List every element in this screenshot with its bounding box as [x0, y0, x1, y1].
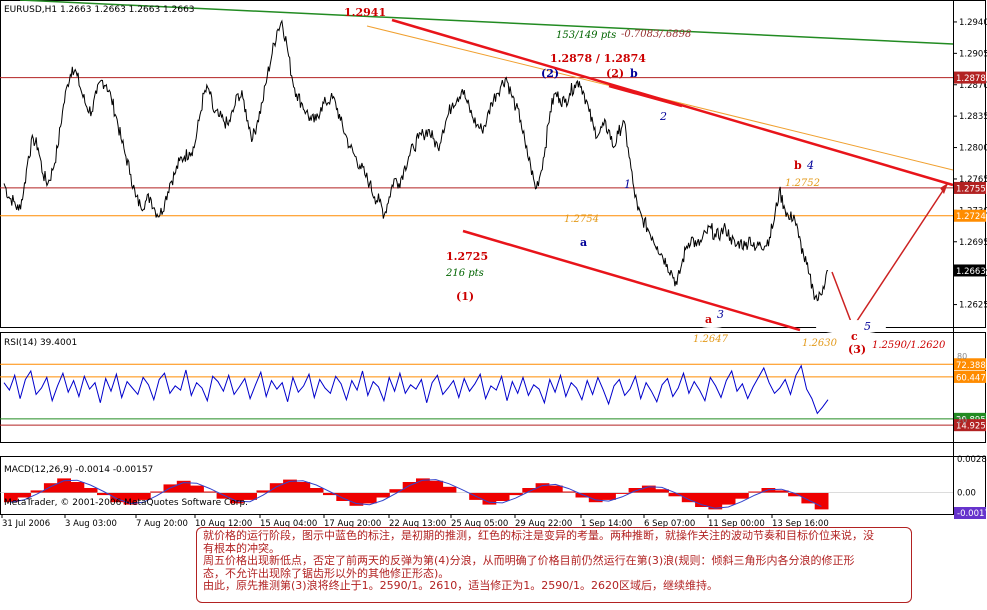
macd-tick-label: -0.0017 — [957, 509, 987, 519]
macd-header: MACD(12,26,9) -0.0014 -0.00157 — [4, 465, 153, 475]
wave-2-red-label: (2) — [606, 67, 624, 80]
macd-bar — [83, 488, 98, 493]
wave-a-red-label: a — [705, 313, 712, 326]
note-line: 由此，原先推测第(3)浪将终止于1。2590/1。2610，适当修正为1。259… — [203, 579, 718, 592]
macd-bar — [389, 489, 404, 493]
macd-bar — [362, 492, 377, 504]
macd-tick-label: 0.00 — [957, 489, 976, 499]
price-tick-label: 1.2695 — [959, 238, 987, 248]
ratio-label: -0.7083/.6898 — [621, 29, 691, 40]
macd-bar — [309, 488, 324, 493]
macd-bar — [70, 482, 85, 493]
analysis-note-box: 就价格的运行阶段，图示中蓝色的标注，是初期的推测，红色的标注是变异的考量。两种推… — [196, 527, 912, 603]
low-1-2630-label: 1.2630 — [802, 338, 838, 349]
macd-tick-label: 0.00283 — [957, 455, 987, 465]
pts-153-149-label: 153/149 pts — [556, 30, 616, 41]
price-tick-label: 1.2625 — [959, 301, 987, 311]
rsi-header: RSI(14) 39.4001 — [4, 338, 77, 348]
low-1-2647-label: 1.2647 — [693, 334, 729, 345]
macd-bar — [376, 492, 390, 498]
wave-5-minor-label: 5 — [864, 320, 871, 333]
note-line: 就价格的运行阶段，图示中蓝色的标注，是初期的推测，红色的标注是变异的考量。两种推… — [203, 529, 874, 542]
rsi-level-tag-text: 72.388 — [956, 361, 986, 371]
macd-bar — [429, 480, 444, 493]
high-1-2941-label: 1.2941 — [344, 6, 386, 19]
pts-216-label: 216 pts — [445, 268, 484, 279]
rsi-level-tag-text: 60.4478 — [956, 373, 987, 383]
price-level-tag-text: 1.2755 — [956, 184, 986, 194]
price-level-tag-text: 1.2878 — [956, 74, 986, 84]
note-line: 周五价格出现新低点，否定了前两天的反弹为第(4)分浪，从而明确了价格目前仍然运行… — [203, 554, 855, 567]
high-1-2752-label: 1.2752 — [785, 178, 820, 189]
price-tick-label: 1.2940 — [959, 18, 987, 28]
wave-2-blue-label: (2) — [541, 67, 559, 80]
macd-bar — [721, 492, 736, 505]
low-1-2754-label: 1.2754 — [564, 214, 599, 225]
price-tick-label: 1.2835 — [959, 112, 987, 122]
time-tick-label: 3 Aug 03:00 — [65, 519, 117, 529]
wave-3-minor-label: 3 — [717, 308, 724, 321]
chart-window: 1.29401.29051.28701.28351.28001.27651.27… — [0, 0, 987, 529]
time-tick-label: 31 Jul 2006 — [2, 519, 50, 529]
wave-a-blue-label: a — [580, 236, 587, 249]
target-zone-label: 1.2590/1.2620 — [872, 340, 946, 351]
macd-bar — [522, 488, 537, 493]
macd-bar — [735, 492, 749, 499]
low-1-2725-label: 1.2725 — [446, 250, 488, 263]
wave-1-red-label: (1) — [456, 290, 474, 303]
price-level-tag-text: 1.2724 — [956, 212, 986, 222]
price-level-tag-text: 1.2663 — [956, 267, 986, 277]
high-1-2878-label: 1.2878 / 1.2874 — [550, 52, 646, 65]
macd-bar — [548, 485, 563, 493]
macd-bar — [509, 492, 523, 496]
rsi-tick-label: 80 — [957, 352, 967, 361]
copyright-text: MetaTrader, © 2001-2006 MetaQuotes Softw… — [4, 498, 248, 508]
macd-bar — [296, 482, 311, 493]
wave-4-minor-label: 4 — [806, 159, 814, 172]
wave-3-red-label: (3) — [848, 343, 866, 356]
macd-bar — [602, 492, 616, 500]
macd-bar — [814, 492, 829, 510]
price-tick-label: 1.2905 — [959, 49, 987, 59]
wave-1-minor-label: 1 — [624, 178, 631, 191]
time-tick-label: 7 Aug 20:00 — [136, 519, 188, 529]
macd-bar — [190, 485, 204, 493]
wave-b-blue-label: b — [630, 67, 638, 80]
macd-bar — [495, 492, 510, 501]
wave-b-red-label: b — [794, 159, 802, 172]
rsi-tick-label: 20 — [957, 416, 967, 425]
main-chart-header: EURUSD,H1 1.2663 1.2663 1.2663 1.2663 — [4, 5, 195, 15]
price-tick-label: 1.2800 — [959, 144, 987, 154]
wave-2-minor-label: 2 — [659, 110, 667, 123]
macd-bar — [17, 492, 32, 498]
macd-bar — [442, 486, 457, 493]
wave-c-red-label: c — [851, 330, 858, 343]
